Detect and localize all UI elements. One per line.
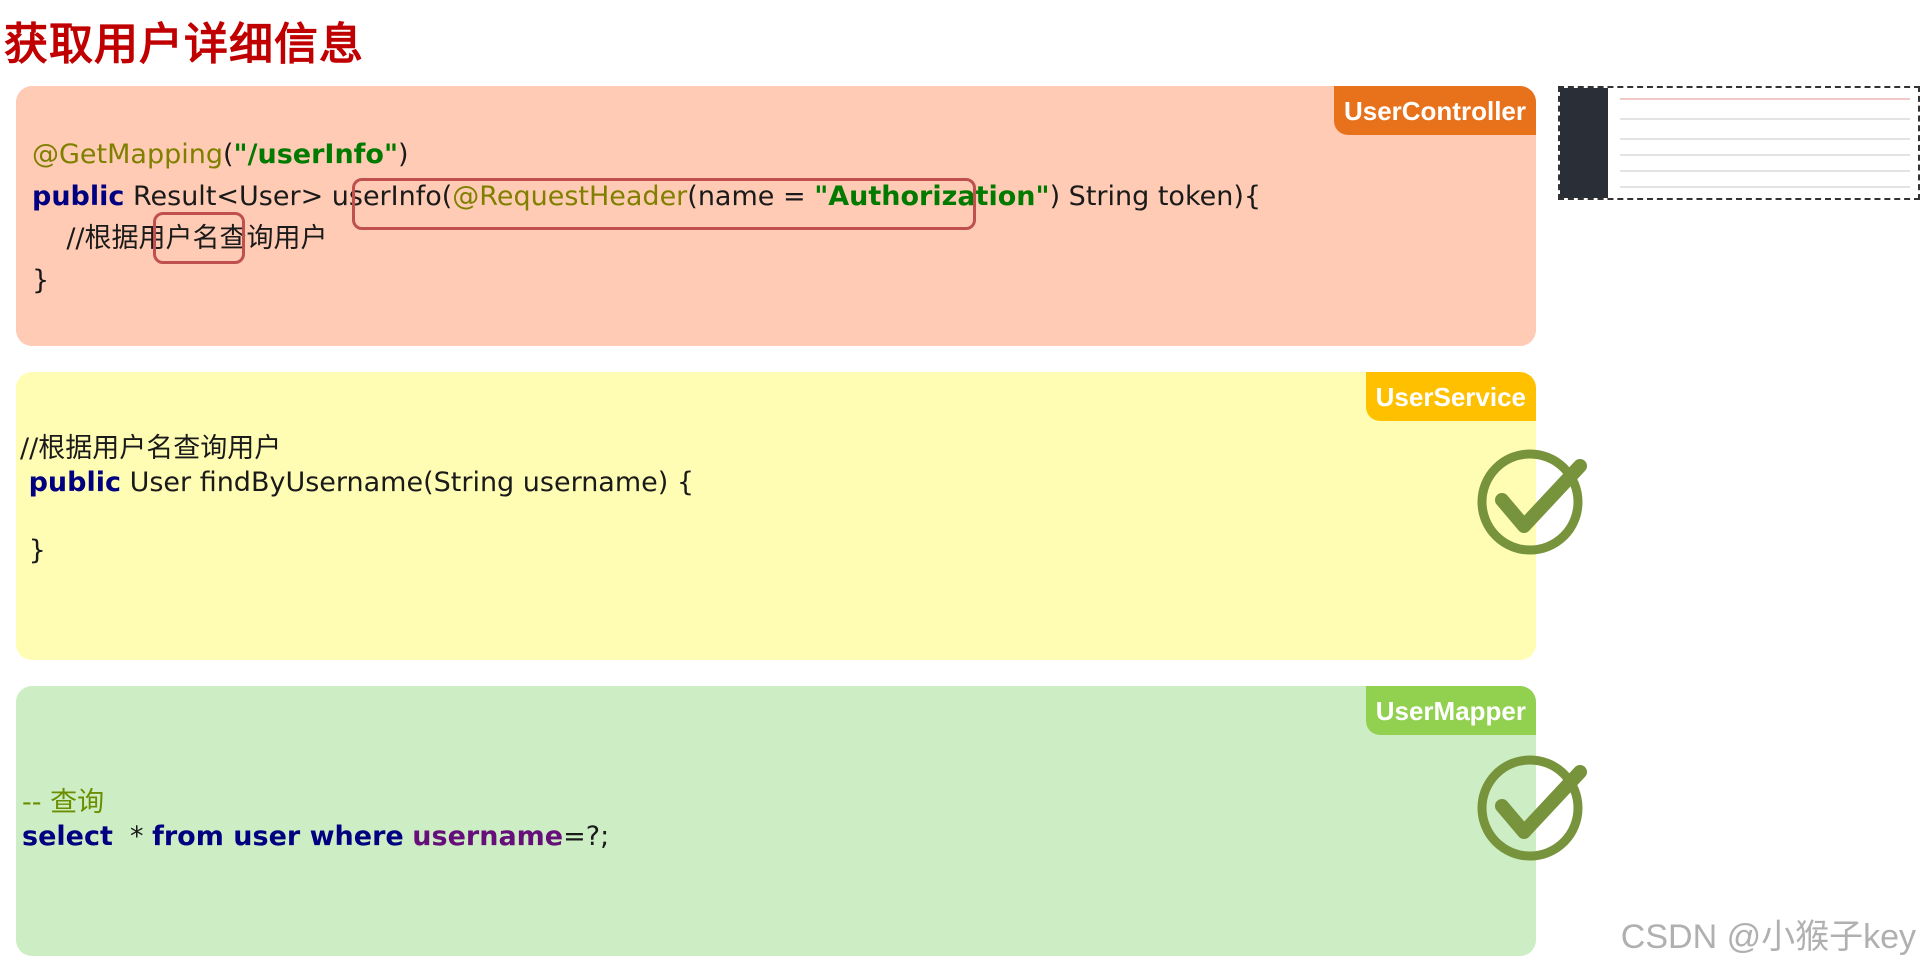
- code-text: ): [398, 139, 409, 170]
- sql-comment: -- 查询: [22, 787, 105, 818]
- controller-badge: UserController: [1333, 86, 1536, 135]
- thumbnail-sidebar: [1560, 88, 1608, 198]
- check-icon: [1477, 755, 1587, 861]
- thumbnail-row: [1620, 138, 1910, 140]
- public-keyword: public: [32, 181, 125, 212]
- closing-brace: }: [32, 265, 50, 296]
- mapper-panel: UserMapper -- 查询 select * from user wher…: [16, 686, 1587, 956]
- code-text: *: [112, 821, 153, 852]
- select-keyword: select: [22, 821, 113, 852]
- thumbnail-row: [1620, 170, 1910, 172]
- service-code: //根据用户名查询用户 public User findByUsername(S…: [20, 432, 694, 568]
- page-title: 获取用户详细信息: [4, 19, 364, 70]
- code-text: ) String token){: [1049, 181, 1262, 212]
- code-comment: //根据用户名查询用户: [20, 433, 282, 464]
- userinfo-path-string: "/userInfo": [233, 139, 399, 170]
- closing-brace: }: [28, 535, 46, 566]
- app-screenshot-thumbnail: [1558, 86, 1920, 200]
- csdn-watermark: CSDN @小猴子key: [1620, 918, 1916, 956]
- from-where-keyword: from user where: [152, 821, 404, 852]
- thumbnail-row: [1620, 118, 1910, 120]
- thumbnail-row: [1620, 154, 1910, 156]
- thumbnail-row: [1620, 186, 1910, 188]
- check-icon: [1477, 449, 1587, 555]
- code-text: User findByUsername(String username) {: [120, 467, 695, 498]
- getmapping-annotation: @GetMapping: [32, 139, 223, 170]
- requestheader-highlight: [352, 178, 976, 230]
- username-comment-highlight: [153, 212, 245, 264]
- public-keyword: public: [28, 467, 121, 498]
- mapper-badge: UserMapper: [1365, 686, 1536, 735]
- code-text: (: [223, 139, 234, 170]
- mapper-code: -- 查询 select * from user where username=…: [22, 786, 609, 854]
- thumbnail-header: [1620, 98, 1910, 100]
- controller-panel: UserController @GetMapping("/userInfo" ) …: [16, 86, 1536, 346]
- service-badge: UserService: [1365, 372, 1536, 421]
- username-column: username: [412, 821, 564, 852]
- code-text: =?;: [563, 821, 610, 852]
- service-panel: UserService //根据用户名查询用户 public User find…: [16, 372, 1587, 660]
